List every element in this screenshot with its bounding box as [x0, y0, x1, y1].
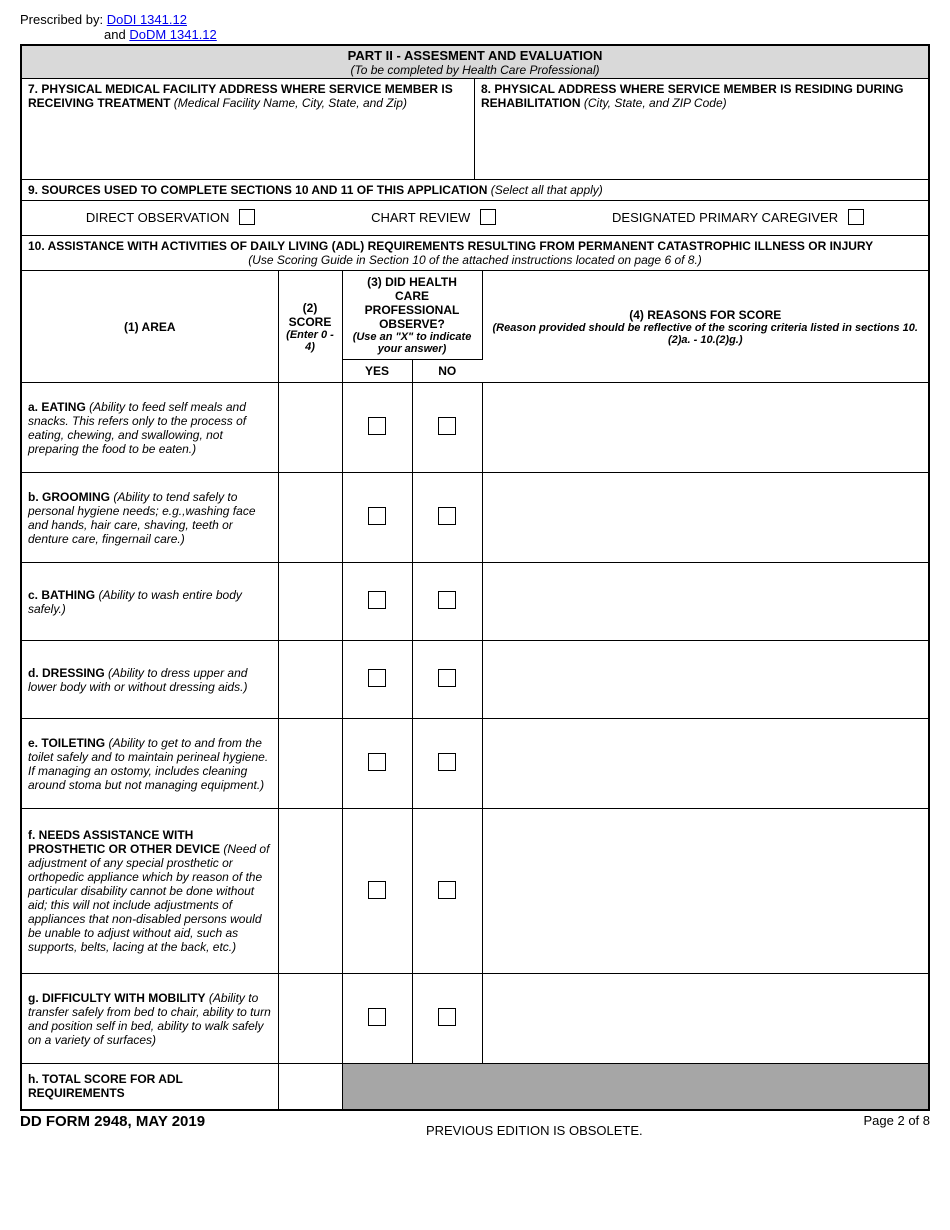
hdr-reason: (4) REASONS FOR SCORE (Reason provided s… [482, 271, 928, 383]
link-dodm[interactable]: DoDM 1341.12 [129, 27, 216, 42]
hdr-yes: YES [342, 360, 412, 383]
no-grooming[interactable] [438, 507, 456, 525]
s9-hint: (Select all that apply) [491, 183, 603, 197]
section-7-8: 7. PHYSICAL MEDICAL FACILITY ADDRESS WHE… [22, 79, 928, 180]
section-10-sub: (Use Scoring Guide in Section 10 of the … [22, 253, 928, 271]
hdr-no: NO [412, 360, 482, 383]
chk-chart-review[interactable] [480, 209, 496, 225]
score-mobility[interactable] [278, 974, 342, 1064]
prescribed-by: Prescribed by: DoDI 1341.12 and DoDM 134… [20, 12, 930, 42]
no-bathing[interactable] [438, 591, 456, 609]
score-eating[interactable] [278, 383, 342, 473]
opt1-label: DIRECT OBSERVATION [86, 210, 230, 225]
area-dressing: d. DRESSING (Ability to dress upper and … [22, 641, 278, 719]
section-8: 8. PHYSICAL ADDRESS WHERE SERVICE MEMBER… [475, 79, 928, 179]
score-bathing[interactable] [278, 563, 342, 641]
opt-direct-observation: DIRECT OBSERVATION [86, 209, 256, 225]
no-eating[interactable] [438, 417, 456, 435]
prescribed-label: Prescribed by: [20, 12, 103, 27]
hdr-observe: (3) DID HEALTH CARE PROFESSIONAL OBSERVE… [342, 271, 482, 360]
score-grooming[interactable] [278, 473, 342, 563]
row-bathing: c. BATHING (Ability to wash entire body … [22, 563, 928, 641]
opt2-label: CHART REVIEW [371, 210, 470, 225]
hdr-area: (1) AREA [22, 271, 278, 383]
total-gray-fill [342, 1064, 928, 1109]
no-toileting[interactable] [438, 753, 456, 771]
yes-eating[interactable] [368, 417, 386, 435]
yes-dressing[interactable] [368, 669, 386, 687]
adl-table: (1) AREA (2) SCORE (Enter 0 - 4) (3) DID… [22, 271, 928, 1109]
link-dodi[interactable]: DoDI 1341.12 [107, 12, 187, 27]
score-dressing[interactable] [278, 641, 342, 719]
s8-hint: (City, State, and ZIP Code) [584, 96, 727, 110]
row-eating: a. EATING (Ability to feed self meals an… [22, 383, 928, 473]
area-grooming: b. GROOMING (Ability to tend safely to p… [22, 473, 278, 563]
reason-dressing[interactable] [482, 641, 928, 719]
yes-prosthetic[interactable] [368, 881, 386, 899]
and-text: and [104, 27, 126, 42]
yes-mobility[interactable] [368, 1008, 386, 1026]
score-toileting[interactable] [278, 719, 342, 809]
s9-label: 9. SOURCES USED TO COMPLETE SECTIONS 10 … [28, 183, 487, 197]
s10-label: 10. ASSISTANCE WITH ACTIVITIES OF DAILY … [28, 239, 873, 253]
score-prosthetic[interactable] [278, 809, 342, 974]
area-toileting: e. TOILETING (Ability to get to and from… [22, 719, 278, 809]
yes-toileting[interactable] [368, 753, 386, 771]
section-7: 7. PHYSICAL MEDICAL FACILITY ADDRESS WHE… [22, 79, 475, 179]
row-mobility: g. DIFFICULTY WITH MOBILITY (Ability to … [22, 974, 928, 1064]
part2-title: PART II - ASSESMENT AND EVALUATION [22, 48, 928, 63]
chk-primary-caregiver[interactable] [848, 209, 864, 225]
section-9-options: DIRECT OBSERVATION CHART REVIEW DESIGNAT… [22, 201, 928, 236]
obsolete-note: PREVIOUS EDITION IS OBSOLETE. [205, 1113, 863, 1138]
opt-chart-review: CHART REVIEW [371, 209, 496, 225]
reason-prosthetic[interactable] [482, 809, 928, 974]
row-toileting: e. TOILETING (Ability to get to and from… [22, 719, 928, 809]
yes-grooming[interactable] [368, 507, 386, 525]
footer: DD FORM 2948, MAY 2019 PREVIOUS EDITION … [20, 1113, 930, 1138]
reason-grooming[interactable] [482, 473, 928, 563]
part2-sub: (To be completed by Health Care Professi… [22, 63, 928, 77]
row-grooming: b. GROOMING (Ability to tend safely to p… [22, 473, 928, 563]
reason-toileting[interactable] [482, 719, 928, 809]
area-bathing: c. BATHING (Ability to wash entire body … [22, 563, 278, 641]
score-total[interactable] [278, 1064, 342, 1109]
form-body: PART II - ASSESMENT AND EVALUATION (To b… [20, 44, 930, 1111]
reason-bathing[interactable] [482, 563, 928, 641]
area-eating: a. EATING (Ability to feed self meals an… [22, 383, 278, 473]
reason-eating[interactable] [482, 383, 928, 473]
opt-primary-caregiver: DESIGNATED PRIMARY CAREGIVER [612, 209, 864, 225]
chk-direct-observation[interactable] [239, 209, 255, 225]
row-prosthetic: f. NEEDS ASSISTANCE WITH PROSTHETIC OR O… [22, 809, 928, 974]
area-prosthetic: f. NEEDS ASSISTANCE WITH PROSTHETIC OR O… [22, 809, 278, 974]
page-number: Page 2 of 8 [864, 1113, 931, 1128]
no-dressing[interactable] [438, 669, 456, 687]
section-10-title: 10. ASSISTANCE WITH ACTIVITIES OF DAILY … [22, 236, 928, 253]
row-dressing: d. DRESSING (Ability to dress upper and … [22, 641, 928, 719]
reason-mobility[interactable] [482, 974, 928, 1064]
row-total: h. TOTAL SCORE FOR ADL REQUIREMENTS [22, 1064, 928, 1109]
hdr-score: (2) SCORE (Enter 0 - 4) [278, 271, 342, 383]
adl-header-row: (1) AREA (2) SCORE (Enter 0 - 4) (3) DID… [22, 271, 928, 360]
opt3-label: DESIGNATED PRIMARY CAREGIVER [612, 210, 838, 225]
section-9-title: 9. SOURCES USED TO COMPLETE SECTIONS 10 … [22, 180, 928, 201]
no-prosthetic[interactable] [438, 881, 456, 899]
part2-header: PART II - ASSESMENT AND EVALUATION (To b… [22, 46, 928, 79]
yes-bathing[interactable] [368, 591, 386, 609]
area-total: h. TOTAL SCORE FOR ADL REQUIREMENTS [22, 1064, 278, 1109]
s7-hint: (Medical Facility Name, City, State, and… [174, 96, 407, 110]
form-number: DD FORM 2948, MAY 2019 [20, 1113, 205, 1130]
no-mobility[interactable] [438, 1008, 456, 1026]
area-mobility: g. DIFFICULTY WITH MOBILITY (Ability to … [22, 974, 278, 1064]
